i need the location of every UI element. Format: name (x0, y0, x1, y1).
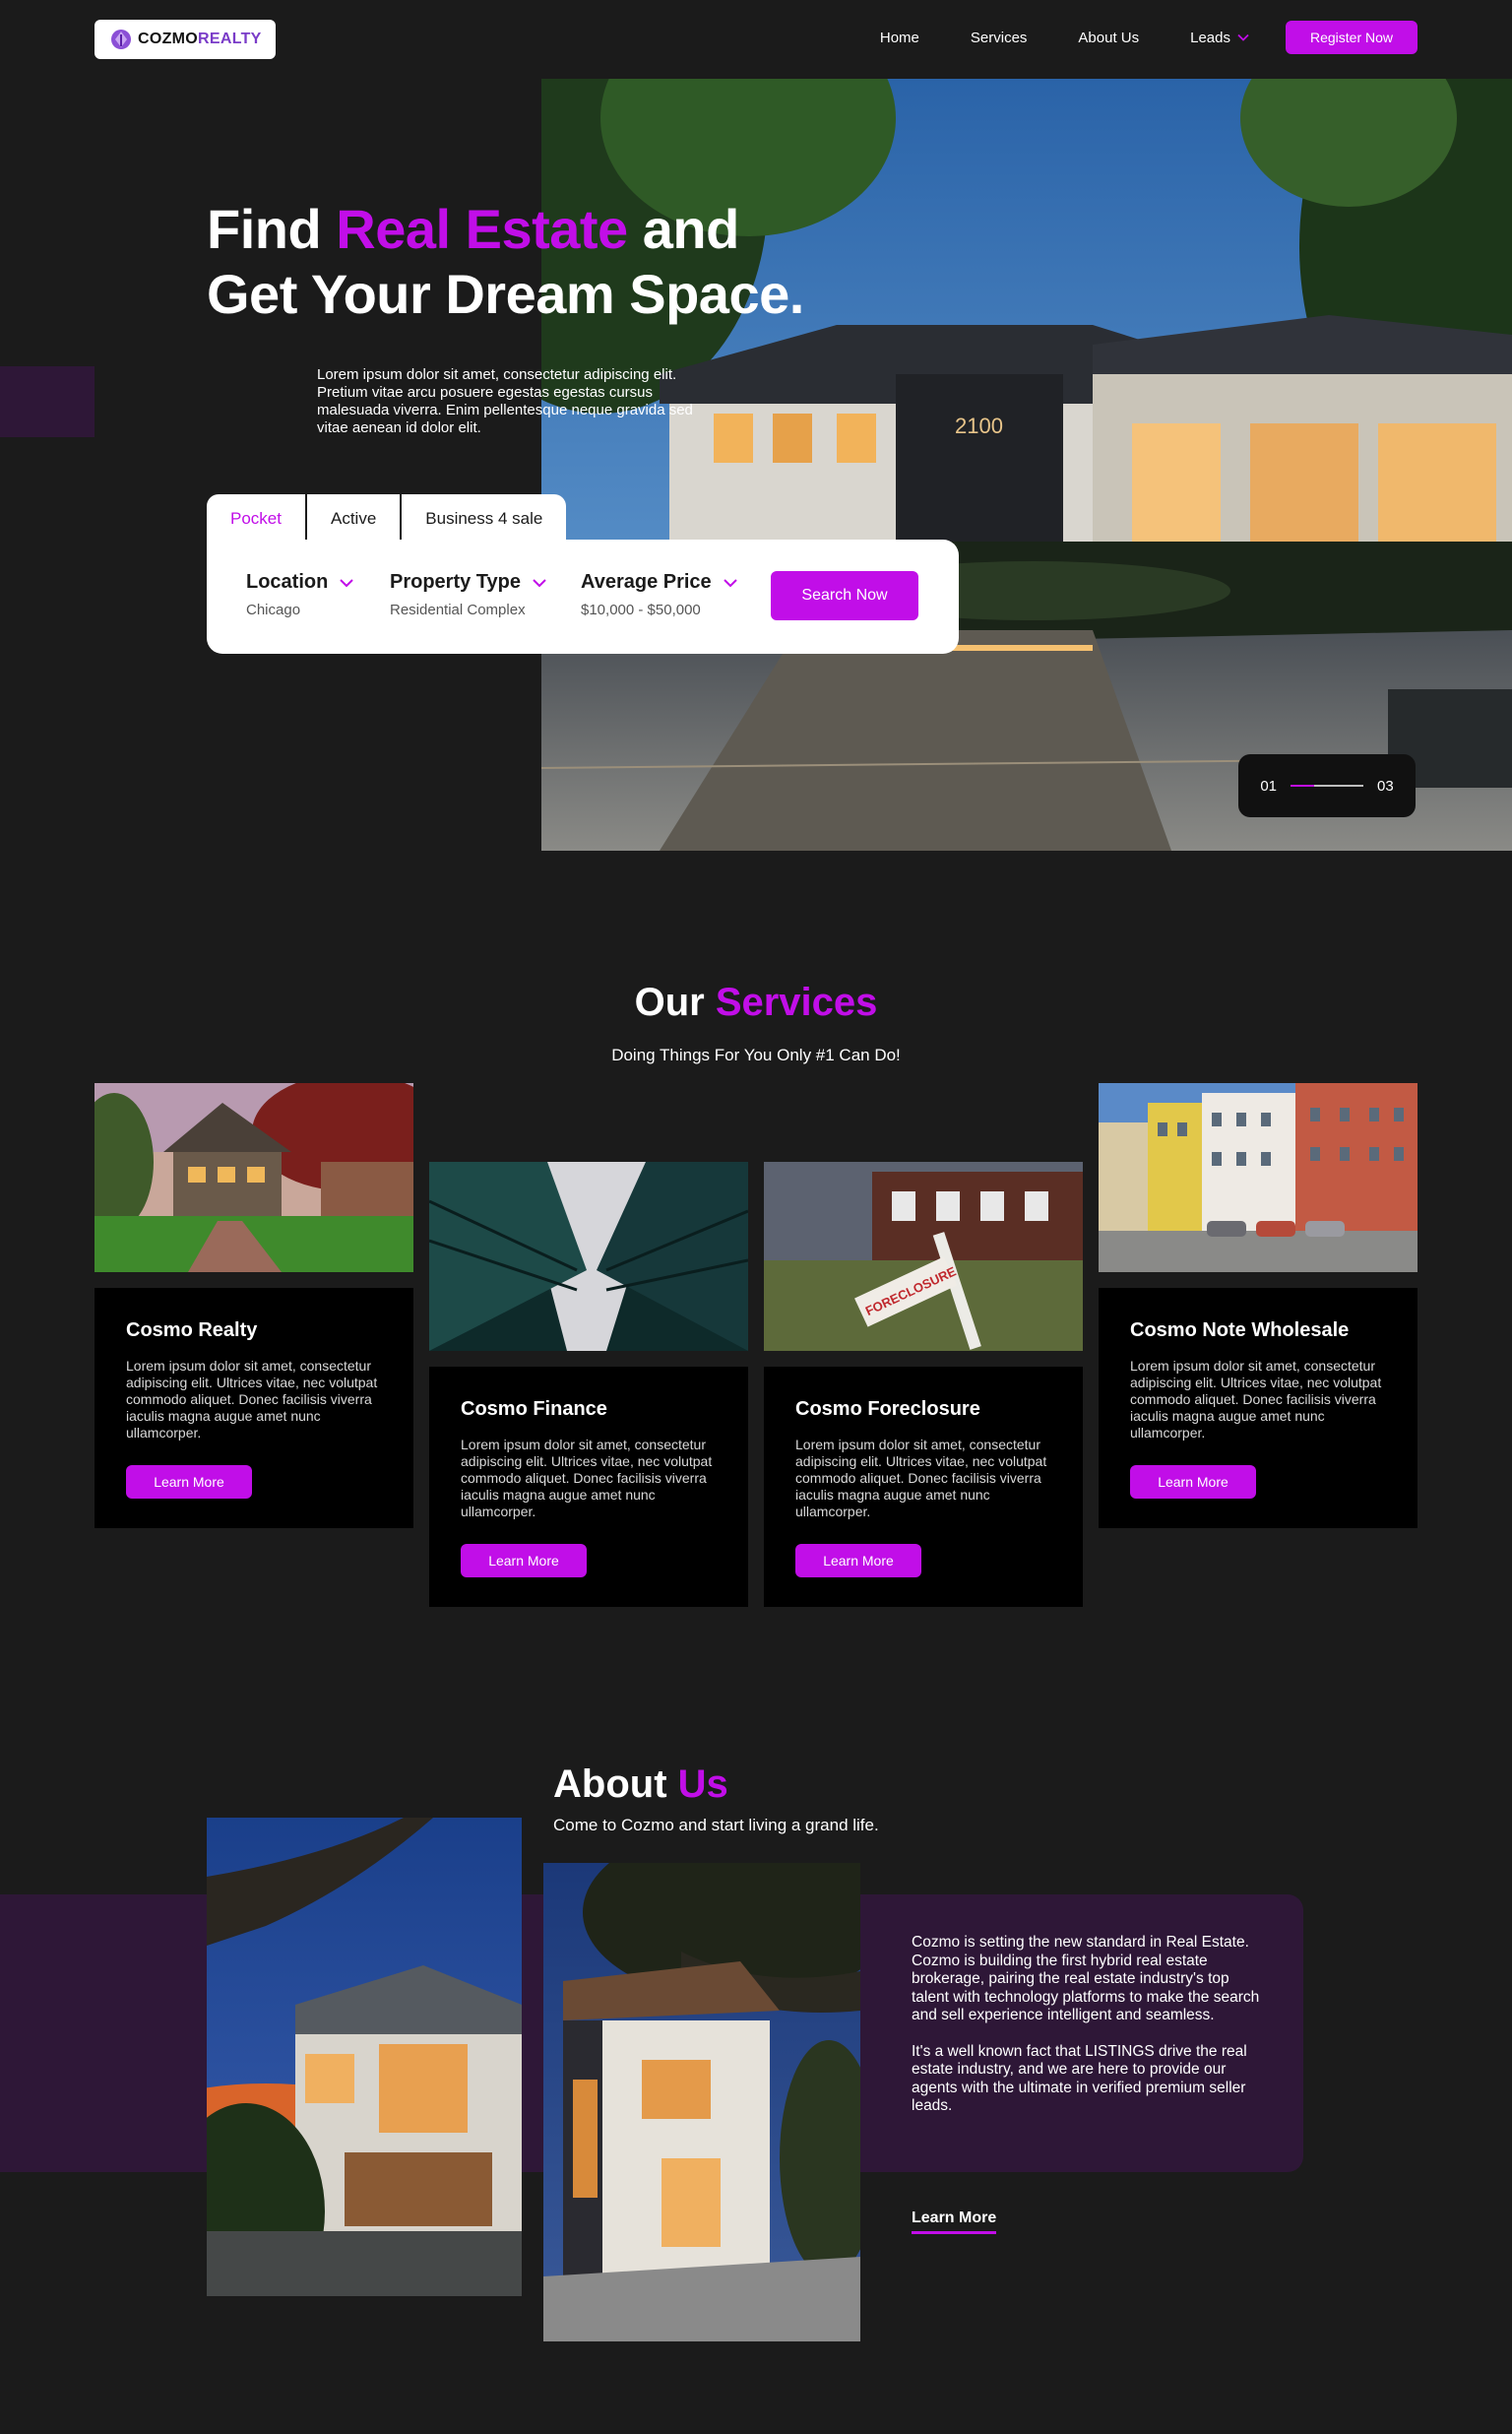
search-now-button[interactable]: Search Now (771, 571, 918, 620)
average-price-filter[interactable]: Average Price $10,000 - $50,000 (581, 571, 739, 618)
service-card-title: Cosmo Foreclosure (795, 1398, 980, 1420)
hero-house-image: 2100 (541, 79, 1512, 851)
service-card-body: Cosmo Finance Lorem ipsum dolor sit amet… (429, 1367, 748, 1607)
nav-leads-dropdown[interactable]: Leads (1190, 30, 1250, 46)
slide-total: 03 (1377, 777, 1394, 795)
slide-progress-track (1291, 785, 1363, 787)
service-card-title: Cosmo Realty (126, 1319, 258, 1341)
slide-progress-fill (1291, 785, 1315, 787)
slide-current: 01 (1260, 777, 1277, 795)
hero-description: Lorem ipsum dolor sit amet, consectetur … (317, 366, 693, 436)
services-title-accent: Services (715, 981, 878, 1024)
hero-title: Find Real Estate and Get Your Dream Spac… (207, 197, 804, 327)
tab-pocket[interactable]: Pocket (207, 494, 307, 542)
location-filter-value: Chicago (246, 602, 301, 618)
service-card-realty: Cosmo Realty Lorem ipsum dolor sit amet,… (94, 1083, 413, 1528)
property-tabs: Pocket Active Business 4 sale (207, 494, 567, 542)
about-paragraph-1: Cozmo is setting the new standard in Rea… (912, 1934, 1260, 2023)
service-card-image (1099, 1083, 1418, 1272)
about-learn-more-link[interactable]: Learn More (912, 2210, 997, 2234)
register-now-button[interactable]: Register Now (1286, 21, 1418, 54)
learn-more-button[interactable]: Learn More (126, 1465, 252, 1499)
about-house-image-2 (543, 1863, 860, 2341)
service-card-title: Cosmo Finance (461, 1398, 607, 1420)
svg-text:2100: 2100 (955, 414, 1003, 438)
about-text: Cozmo is setting the new standard in Rea… (912, 1934, 1266, 2116)
logo-word-cozmo: COZMO (138, 31, 199, 47)
chevron-down-icon (1237, 33, 1249, 41)
tab-business-4-sale[interactable]: Business 4 sale (402, 494, 566, 542)
main-nav: Home Services About Us Leads Register No… (880, 20, 1418, 55)
hero-accent-block (0, 366, 94, 437)
about-title: About Us (553, 1762, 728, 1807)
location-filter[interactable]: Location Chicago (246, 571, 355, 618)
chevron-down-icon (340, 578, 354, 587)
services-title: Our Services (0, 981, 1512, 1025)
average-price-filter-value: $10,000 - $50,000 (581, 602, 701, 618)
tab-active[interactable]: Active (307, 494, 403, 542)
nav-home[interactable]: Home (880, 30, 919, 46)
service-card-text: Lorem ipsum dolor sit amet, consectetur … (461, 1437, 713, 1519)
nav-services[interactable]: Services (971, 30, 1028, 46)
service-card-note-wholesale: Cosmo Note Wholesale Lorem ipsum dolor s… (1099, 1083, 1418, 1528)
services-subtitle: Doing Things For You Only #1 Can Do! (611, 1046, 901, 1064)
learn-more-button[interactable]: Learn More (795, 1544, 921, 1577)
average-price-filter-label: Average Price (581, 571, 712, 593)
service-card-image (94, 1083, 413, 1272)
search-panel: Location Chicago Property Type Residenti… (207, 540, 959, 654)
service-card-image: FORECLOSURE (764, 1162, 1083, 1351)
hero-title-part1: Find (207, 198, 337, 260)
hero-title-line2: Get Your Dream Space. (207, 263, 804, 325)
house-drop-icon (111, 30, 131, 49)
slide-indicator[interactable]: 01 03 (1238, 754, 1416, 817)
property-type-filter-value: Residential Complex (390, 602, 526, 618)
learn-more-button[interactable]: Learn More (461, 1544, 587, 1577)
about-title-accent: Us (677, 1762, 728, 1806)
about-title-part1: About (553, 1762, 678, 1806)
service-card-body: Cosmo Foreclosure Lorem ipsum dolor sit … (764, 1367, 1083, 1607)
property-type-filter[interactable]: Property Type Residential Complex (390, 571, 548, 618)
services-title-part1: Our (634, 981, 716, 1024)
logo-word-realty: REALTY (198, 31, 262, 47)
service-card-text: Lorem ipsum dolor sit amet, consectetur … (1130, 1358, 1382, 1441)
about-subtitle: Come to Cozmo and start living a grand l… (553, 1816, 879, 1834)
service-card-title: Cosmo Note Wholesale (1130, 1319, 1350, 1341)
learn-more-button[interactable]: Learn More (1130, 1465, 1256, 1499)
nav-about-us[interactable]: About Us (1078, 30, 1139, 46)
service-card-text: Lorem ipsum dolor sit amet, consectetur … (126, 1358, 378, 1441)
service-card-text: Lorem ipsum dolor sit amet, consectetur … (795, 1437, 1047, 1519)
chevron-down-icon (723, 578, 737, 587)
service-card-body: Cosmo Note Wholesale Lorem ipsum dolor s… (1099, 1288, 1418, 1528)
logo[interactable]: COZMO REALTY (94, 20, 276, 59)
chevron-down-icon (533, 578, 546, 587)
location-filter-label: Location (246, 571, 329, 593)
nav-leads-label: Leads (1190, 29, 1230, 46)
service-card-foreclosure: FORECLOSURE Cosmo Foreclosure Lorem ipsu… (764, 1162, 1083, 1607)
hero-title-accent: Real Estate (336, 198, 628, 260)
service-card-body: Cosmo Realty Lorem ipsum dolor sit amet,… (94, 1288, 413, 1528)
hero-title-part2: and (627, 198, 740, 260)
service-card-finance: Cosmo Finance Lorem ipsum dolor sit amet… (429, 1162, 748, 1607)
about-house-image-1 (207, 1818, 522, 2296)
about-paragraph-2: It's a well known fact that LISTINGS dri… (912, 2042, 1247, 2115)
property-type-filter-label: Property Type (390, 571, 521, 593)
service-card-image (429, 1162, 748, 1351)
